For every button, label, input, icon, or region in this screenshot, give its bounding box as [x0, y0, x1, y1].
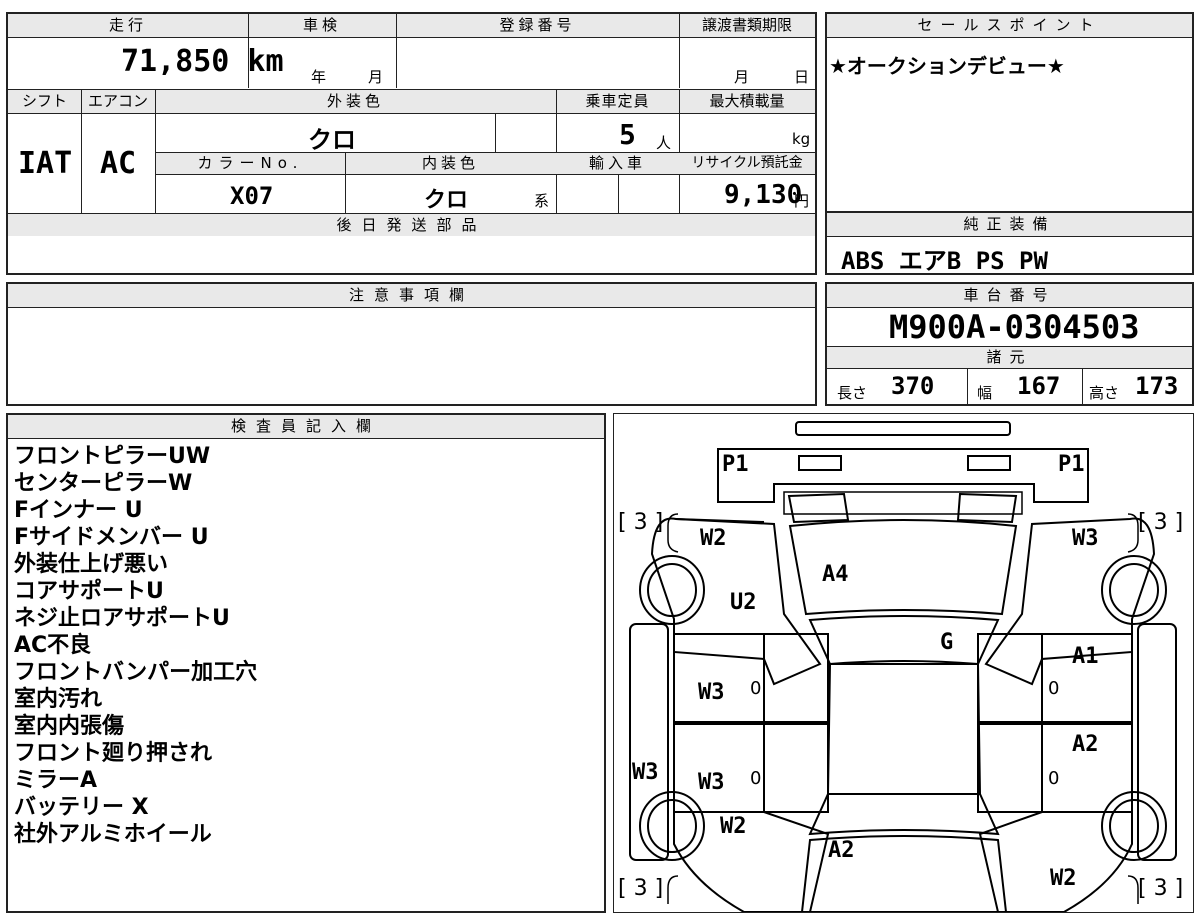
sales-point-text: ★オークションデビュー★: [829, 54, 1065, 78]
mark-w3-side-left: W3: [632, 760, 659, 785]
length-value: 370: [891, 372, 935, 400]
sales-point-label: セールスポイント: [827, 14, 1192, 38]
recycle-value: 9,130: [724, 180, 803, 210]
chassis-box: 車台番号 M900A-0304503 諸元 長さ 370 幅 167 高さ 17…: [825, 282, 1194, 406]
height-value: 173: [1135, 372, 1179, 400]
caution-label: 注意事項欄: [8, 284, 815, 308]
height-label: 高さ: [1089, 384, 1120, 402]
list-item: ネジ止ロアサポートU: [14, 606, 230, 631]
list-item: フロントピラーUW: [14, 444, 211, 469]
mark-w2-front-left: W2: [700, 526, 727, 551]
aircon-value: AC: [100, 146, 137, 181]
chassis-number: M900A-0304503: [889, 308, 1140, 346]
list-item: フロントバンパー加工穴: [14, 660, 258, 685]
width-value: 167: [1017, 372, 1061, 400]
tire-front-right: [ 3 ]: [1138, 510, 1184, 535]
list-item: Fサイドメンバー U: [14, 525, 209, 550]
deadline-label: 譲渡書類期限: [679, 14, 815, 38]
interior-suffix: 系: [534, 192, 550, 210]
mark-a2-door-rr: A2: [1072, 732, 1099, 757]
capacity-label: 乗車定員: [556, 90, 679, 114]
mark-w3-door-rl: W3: [698, 770, 725, 795]
mark-zero-1: 0: [750, 678, 762, 699]
interior-color-value: クロ: [424, 188, 469, 213]
recycle-label: リサイクル預託金: [679, 153, 815, 175]
exterior-color-label: 外装色: [155, 90, 556, 114]
inspector-notes-list: フロントピラーUW センターピラーW Fインナー U Fサイドメンバー U 外装…: [14, 443, 257, 848]
year-unit: 年: [311, 68, 327, 86]
inspector-label: 検査員記入欄: [8, 415, 604, 439]
interior-color-label: 内装色: [345, 153, 556, 175]
chassis-label: 車台番号: [827, 284, 1192, 308]
mark-zero-2: 0: [1048, 678, 1060, 699]
max-load-label: 最大積載量: [679, 90, 815, 114]
vehicle-info-box: 走行 車検 登録番号 譲渡書類期限 71,850 km 年 月 月 日 シフト …: [6, 12, 817, 245]
aircon-label: エアコン: [81, 90, 155, 114]
shift-value: IAT: [18, 146, 73, 181]
genuine-equipment-label: 純正装備: [827, 213, 1192, 237]
car-diagram-box: [ 3 ] [ 3 ] [ 3 ] [ 3 ] P1 P1 W2 W3 A4 U…: [613, 413, 1194, 913]
genuine-equipment-text: ABS エアB PS PW: [841, 247, 1048, 275]
mark-a1: A1: [1072, 644, 1099, 669]
deadline-day: 日: [794, 68, 810, 86]
spec-label: 諸元: [827, 347, 1192, 369]
mark-w2-rear-left: W2: [720, 814, 747, 839]
tire-rear-right: [ 3 ]: [1138, 876, 1184, 901]
deadline-month: 月: [734, 68, 750, 86]
inspection-label: 車検: [248, 14, 396, 38]
inspector-box: 検査員記入欄 フロントピラーUW センターピラーW Fインナー U Fサイドメン…: [6, 413, 606, 913]
list-item: バッテリー X: [14, 795, 149, 820]
mark-p1-right: P1: [1058, 452, 1085, 477]
width-label: 幅: [977, 384, 993, 402]
list-item: 社外アルミホイール: [14, 822, 212, 847]
list-item: Fインナー U: [14, 498, 143, 523]
mark-g: G: [940, 630, 954, 655]
car-body-outline: [629, 421, 1177, 912]
month-unit: 月: [368, 68, 384, 86]
list-item: 室内内張傷: [14, 714, 125, 739]
mark-u2: U2: [730, 590, 757, 615]
genuine-equipment-box: 純正装備 ABS エアB PS PW: [825, 211, 1194, 275]
later-parts-box: [6, 236, 817, 275]
shift-label: シフト: [8, 90, 81, 114]
capacity-value: 5: [619, 118, 636, 151]
list-item: ミラーA: [14, 768, 98, 793]
mark-zero-3: 0: [750, 768, 762, 789]
list-item: 室内汚れ: [14, 687, 103, 712]
length-label: 長さ: [837, 384, 868, 402]
caution-box: 注意事項欄: [6, 282, 817, 406]
import-label: 輸入車: [556, 153, 679, 175]
mark-w2-rear-right: W2: [1050, 866, 1077, 891]
mark-w3-door-fl: W3: [698, 680, 725, 705]
mark-a4: A4: [822, 562, 849, 587]
mark-a2-rear: A2: [828, 838, 855, 863]
list-item: 外装仕上げ悪い: [14, 552, 169, 577]
tire-front-left: [ 3 ]: [618, 510, 664, 535]
exterior-color-value: クロ: [308, 126, 356, 154]
mileage-value: 71,850 km: [121, 44, 284, 79]
mark-zero-4: 0: [1048, 768, 1060, 789]
color-no-value: X07: [230, 182, 274, 210]
list-item: AC不良: [14, 633, 92, 658]
registration-label: 登録番号: [396, 14, 679, 38]
max-load-unit: kg: [792, 130, 811, 148]
mark-p1-left: P1: [722, 452, 749, 477]
capacity-unit: 人: [656, 134, 672, 152]
list-item: センターピラーW: [14, 471, 193, 496]
list-item: コアサポートU: [14, 579, 164, 604]
later-parts-label: 後日発送部品: [8, 214, 815, 238]
recycle-unit: 円: [794, 192, 810, 210]
tire-rear-left: [ 3 ]: [618, 876, 664, 901]
mileage-label: 走行: [8, 14, 248, 38]
color-no-label: カラーNo.: [156, 153, 345, 175]
mark-w3-front-right: W3: [1072, 526, 1099, 551]
sales-point-box: セールスポイント ★オークションデビュー★: [825, 12, 1194, 213]
list-item: フロント廻り押され: [14, 741, 213, 766]
